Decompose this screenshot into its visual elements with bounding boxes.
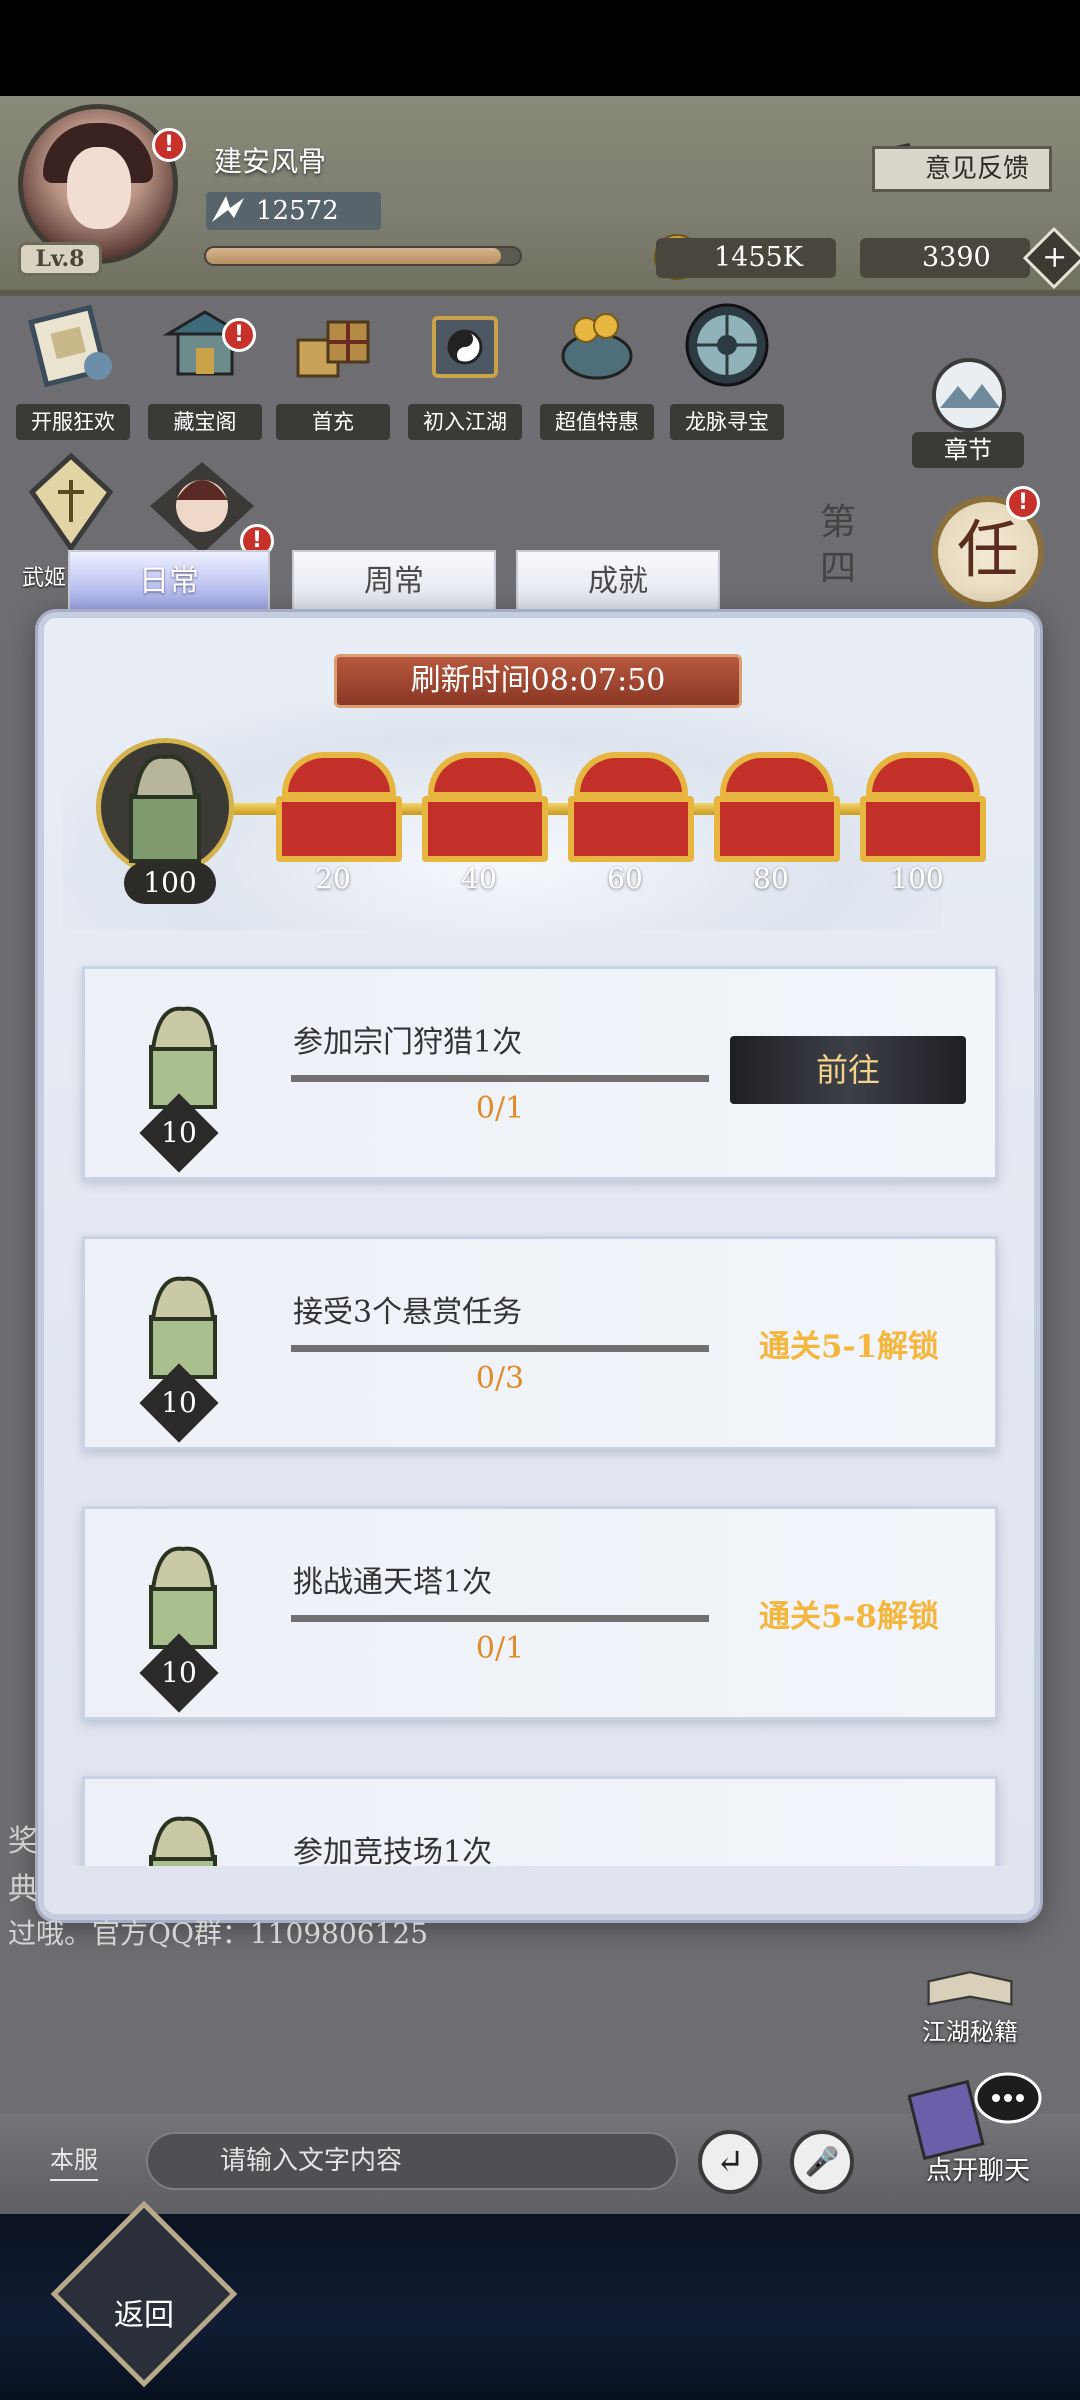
refresh-timer: 刷新时间08:07:50: [334, 654, 742, 708]
task-progress: 0/1: [475, 1631, 525, 1666]
chat-channel-server[interactable]: 本服: [50, 2140, 98, 2181]
chat-fragment: 奖: [8, 1824, 38, 1859]
money-pot-icon: [561, 313, 633, 380]
task-progress-bar: [291, 1615, 709, 1622]
avatar-alert-icon: !: [152, 128, 186, 162]
tab-daily[interactable]: 日常: [68, 550, 270, 614]
task-progress: 0/3: [475, 1361, 525, 1396]
activity-churu-jianghu[interactable]: 初入江湖: [408, 300, 522, 440]
player-avatar[interactable]: [18, 104, 178, 264]
jade-seal-icon: [149, 1546, 217, 1649]
milestone-label: 60: [607, 862, 643, 895]
chat-fragment: 典: [8, 1872, 38, 1907]
enter-icon[interactable]: ↵: [698, 2130, 762, 2194]
milestone-label: 80: [753, 862, 789, 895]
task-progress-bar: [291, 1345, 709, 1352]
task-reward: 10: [133, 1271, 233, 1443]
coin-amount: 1455K: [656, 238, 836, 278]
reward-amount: 10: [161, 1116, 197, 1149]
milestone-chest-60[interactable]: [568, 752, 694, 862]
activity-longmai-xunbao[interactable]: 龙脉寻宝: [670, 300, 784, 440]
exp-bar-fill: [206, 248, 501, 264]
tab-weekly[interactable]: 周常: [292, 550, 496, 614]
task-reward: [133, 1811, 233, 1866]
tab-achievement[interactable]: 成就: [516, 550, 720, 614]
chapter-landscape-icon: [932, 358, 1006, 432]
activity-label: 开服狂欢: [16, 404, 130, 440]
gift-boxes-icon: [296, 320, 370, 378]
task-reward: 10: [133, 1541, 233, 1713]
jianghu-secrets-button[interactable]: 江湖秘籍: [910, 1964, 1030, 2046]
compass-icon: [685, 303, 769, 387]
activity-total-value: 100: [124, 862, 216, 904]
task-title: 参加竞技场1次: [293, 1835, 493, 1866]
activity-label: 超值特惠: [540, 404, 654, 440]
task-title: 接受3个悬赏任务: [293, 1295, 523, 1330]
activity-label: 藏宝阁: [148, 404, 262, 440]
book-icon: [927, 1970, 1013, 2006]
task-card: 10 挑战通天塔1次 0/1 通关5-8解锁: [82, 1506, 998, 1720]
activity-kaifu-kuanghuan[interactable]: 开服狂欢: [16, 300, 130, 440]
activity-label: 龙脉寻宝: [670, 404, 784, 440]
cangbao-alert-icon: !: [222, 318, 256, 352]
task-card: 参加竞技场1次: [82, 1776, 998, 1866]
jade-seal-icon: [149, 1816, 217, 1866]
task-reward: 10: [133, 1001, 233, 1173]
activity-label: 初入江湖: [408, 404, 522, 440]
task-card: 10 接受3个悬赏任务 0/3 通关5-1解锁: [82, 1236, 998, 1450]
combat-power-icon: [212, 196, 244, 222]
milestone-label: 20: [315, 862, 351, 895]
chat-message: 过哦。官方QQ群：1109806125: [8, 1917, 429, 1950]
wuji-icon[interactable]: [28, 452, 114, 552]
scroll-celebration-icon: [28, 304, 112, 388]
chapter-button[interactable]: 章节: [912, 356, 1024, 468]
open-chat-button[interactable]: 点开聊天: [908, 2070, 1048, 2186]
player-name: 建安风骨: [214, 145, 327, 178]
back-label: 返回: [114, 2298, 174, 2333]
wuji-label: 武姬: [22, 566, 67, 591]
task-unlock-condition: 通关5-8解锁: [759, 1599, 940, 1635]
quest-alert-icon: !: [1006, 486, 1040, 520]
mic-icon[interactable]: 🎤: [790, 2130, 854, 2194]
milestone-chest-80[interactable]: [714, 752, 840, 862]
milestone-chest-100[interactable]: [860, 752, 986, 862]
activity-total-badge: [96, 738, 234, 876]
open-chat-label: 点开聊天: [925, 2156, 1030, 2186]
reward-amount: 10: [161, 1656, 197, 1689]
jade-seal-icon: [149, 1006, 217, 1109]
task-title: 挑战通天塔1次: [293, 1565, 493, 1600]
milestone-chest-40[interactable]: [422, 752, 548, 862]
activity-label: 首充: [276, 404, 390, 440]
secrets-label: 江湖秘籍: [922, 2018, 1018, 2046]
reward-amount: 10: [161, 1386, 197, 1419]
activity-chaozhi-tehui[interactable]: 超值特惠: [540, 300, 654, 440]
task-progress-bar: [291, 1075, 709, 1082]
milestone-label: 40: [461, 862, 497, 895]
feedback-button[interactable]: 意见反馈: [872, 146, 1052, 192]
ingot-amount: 3390: [860, 238, 1030, 278]
player-level: Lv.8: [18, 242, 102, 276]
chapter-label: 章节: [912, 432, 1024, 468]
task-unlock-condition: 通关5-1解锁: [759, 1329, 940, 1365]
task-progress: 0/1: [475, 1091, 525, 1126]
chat-bubble-icon: [908, 2072, 1042, 2160]
milestone-chest-20[interactable]: [276, 752, 402, 862]
milestone-label: 100: [890, 862, 944, 895]
task-goto-button[interactable]: 前往: [730, 1036, 966, 1104]
jade-seal-icon: [129, 754, 201, 863]
activity-shouchong[interactable]: 首充: [276, 300, 390, 440]
chat-input[interactable]: 请输入文字内容: [146, 2132, 678, 2190]
chapter-side-text: 第四: [820, 502, 857, 589]
jade-seal-icon: [149, 1276, 217, 1379]
task-title: 参加宗门狩猎1次: [293, 1025, 523, 1060]
status-bar: [0, 0, 1080, 96]
yin-yang-box-icon: [432, 316, 498, 378]
